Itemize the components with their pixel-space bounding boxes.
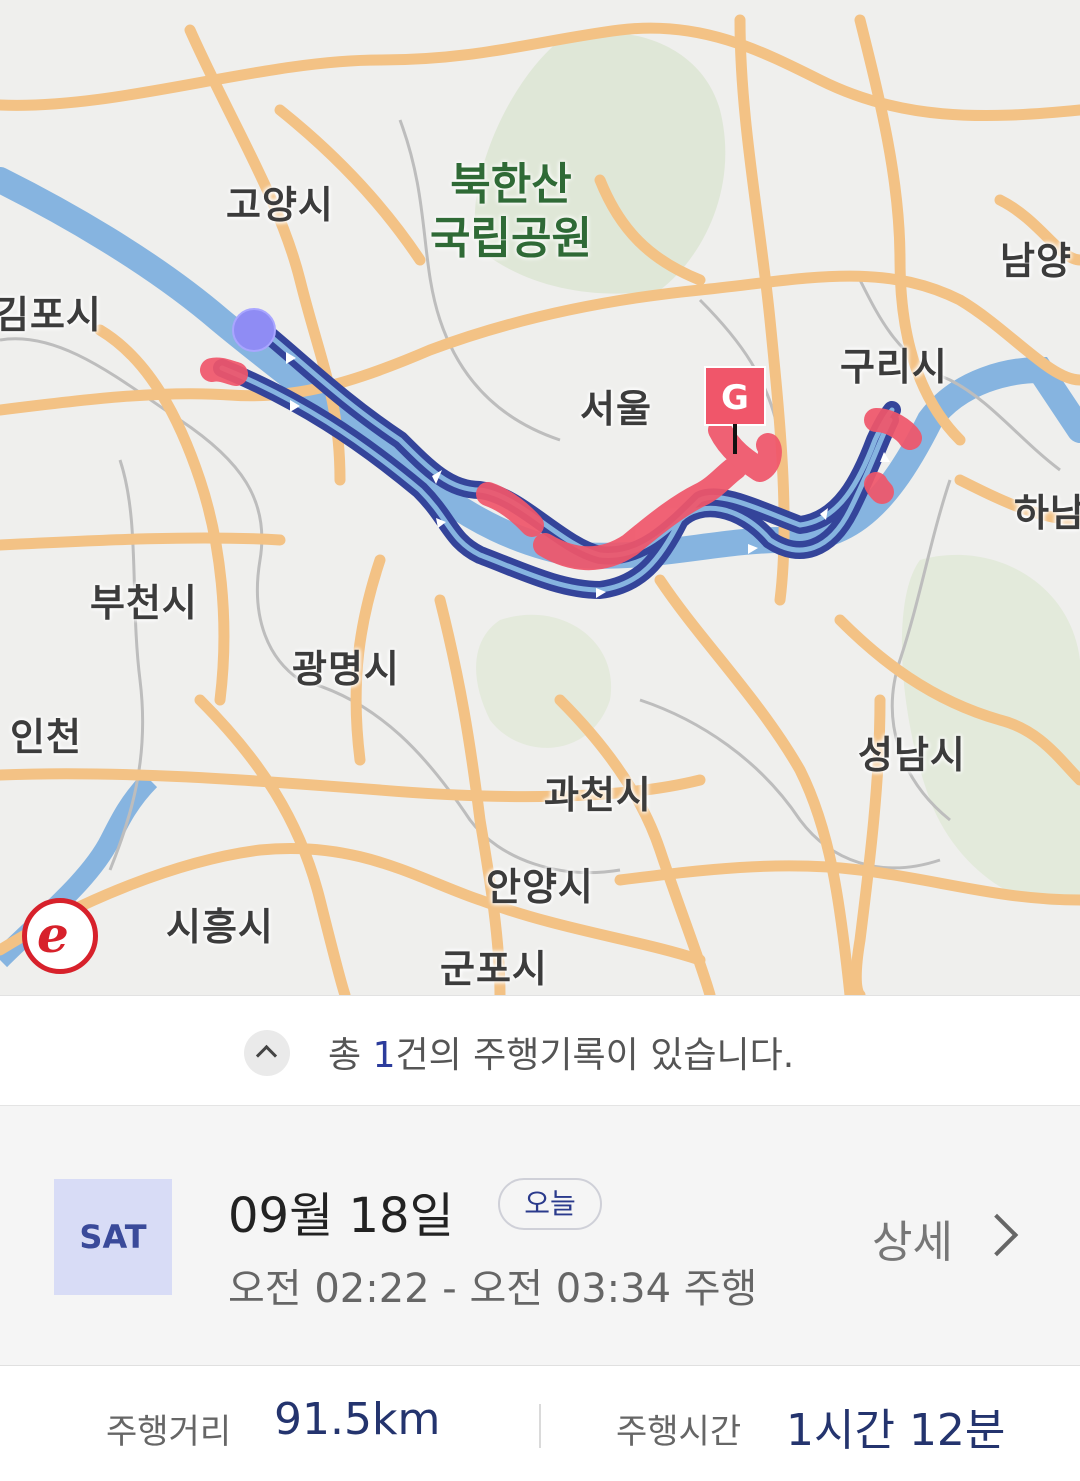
route-map[interactable]: 북한산 국립공원 고양시 김포시 서울 구리시 남양 하남 부천시 광명시 인천… xyxy=(0,0,1080,995)
collapse-chevron-up-icon[interactable] xyxy=(244,1030,290,1076)
record-count-text: 총 1건의 주행기록이 있습니다. xyxy=(328,1026,794,1078)
duration-label: 주행시간 xyxy=(616,1412,742,1452)
distance-label: 주행거리 xyxy=(106,1412,232,1452)
summary-suffix: 건의 주행기록이 있습니다. xyxy=(395,1035,795,1076)
goal-marker: G xyxy=(704,366,766,426)
goal-marker-stem xyxy=(733,424,737,454)
map-label-bucheon: 부천시 xyxy=(90,581,198,625)
route-segment-red xyxy=(200,357,248,386)
park-label-line2: 국립공원 xyxy=(430,213,592,264)
map-label-hanam: 하남 xyxy=(1014,491,1080,535)
park-label-line1: 북한산 xyxy=(450,159,572,210)
record-summary-bar: 총 1건의 주행기록이 있습니다. xyxy=(0,995,1080,1105)
map-label-goyang: 고양시 xyxy=(226,183,334,227)
record-date: 09월 18일 xyxy=(228,1188,454,1244)
distance-value: 91.5km xyxy=(274,1394,441,1445)
park-label: 북한산 국립공원 xyxy=(430,158,592,266)
map-label-siheung: 시흥시 xyxy=(166,905,274,949)
record-count: 1 xyxy=(372,1035,396,1076)
duration-value: 1시간 12분 xyxy=(786,1405,1006,1456)
day-of-week-badge: SAT xyxy=(54,1179,172,1295)
map-label-seoul: 서울 xyxy=(580,387,652,431)
road xyxy=(0,532,286,551)
driving-stats-bar: 주행거리 91.5km 주행시간 1시간 12분 xyxy=(0,1365,1080,1481)
start-point-marker xyxy=(232,308,276,352)
expressway-logo-icon: e xyxy=(22,898,98,974)
map-label-incheon: 인천 xyxy=(10,715,82,759)
chevron-right-icon[interactable] xyxy=(975,1213,1019,1257)
summary-prefix: 총 xyxy=(328,1035,373,1076)
map-label-gwacheon: 과천시 xyxy=(544,773,652,817)
today-badge: 오늘 xyxy=(498,1178,602,1230)
map-label-gimpo: 김포시 xyxy=(0,293,102,337)
road xyxy=(94,324,230,706)
map-label-gunpo: 군포시 xyxy=(440,947,548,991)
driving-record-item[interactable]: SAT 09월 18일 오늘 오전 02:22 - 오전 03:34 주행 상세 xyxy=(0,1105,1080,1365)
detail-button[interactable]: 상세 xyxy=(872,1206,953,1270)
map-label-anyang: 안양시 xyxy=(486,865,594,909)
route-segment-red xyxy=(864,472,894,504)
record-time-range: 오전 02:22 - 오전 03:34 주행 xyxy=(228,1266,758,1312)
map-label-guri: 구리시 xyxy=(840,345,948,389)
map-label-namyang: 남양 xyxy=(1000,239,1072,283)
stats-divider xyxy=(539,1404,541,1448)
map-label-seongnam: 성남시 xyxy=(858,733,966,777)
map-canvas xyxy=(0,14,1080,995)
map-label-gwangmyeong: 광명시 xyxy=(292,647,400,691)
